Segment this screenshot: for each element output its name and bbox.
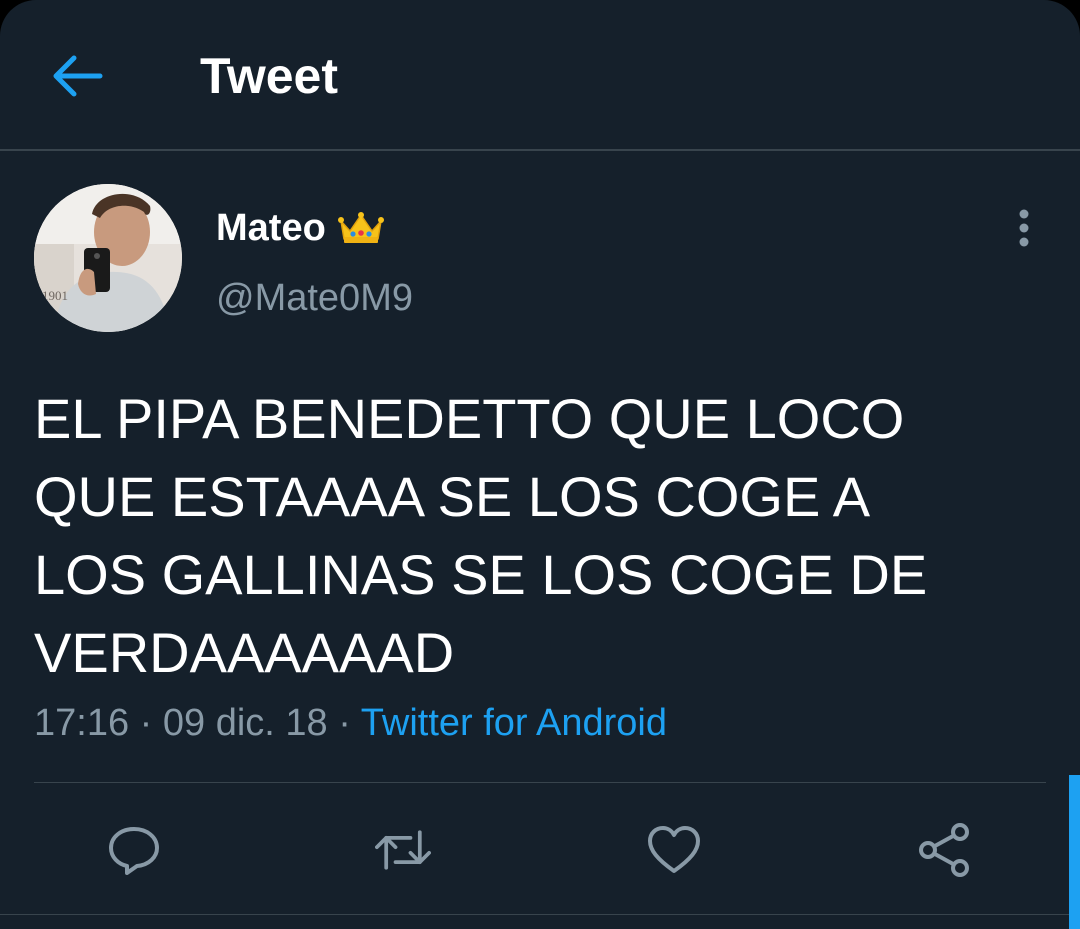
avatar[interactable]: 1901 [34,184,182,332]
page-title: Tweet [200,48,338,104]
meta-separator: · [338,702,351,744]
tweet-time: 17:16 [34,702,130,744]
author-handle[interactable]: @Mate0M9 [216,276,413,320]
tweet-text: EL PIPA BENEDETTO QUE LOCO QUE ESTAAAA S… [34,380,1044,692]
author-display-name[interactable]: Mateo [216,206,326,250]
back-button[interactable] [46,44,110,108]
retweet-icon [375,830,431,870]
more-vertical-icon [1019,209,1029,247]
tweet-meta: 17:16 · 09 dic. 18 · Twitter for Android [34,700,667,746]
retweet-button[interactable] [375,822,431,878]
tweet-text-line: VERDAAAAAAD [34,621,455,684]
share-icon [919,823,969,877]
author-name-row: Mateo [216,204,384,252]
like-button[interactable] [646,822,702,878]
tweet-text-line: EL PIPA BENEDETTO QUE LOCO [34,387,905,450]
heart-icon [648,826,700,873]
arrow-left-icon [53,55,103,97]
avatar-shirt-print: 1901 [42,288,68,303]
tweet-date: 09 dic. 18 [162,702,328,744]
tweet-text-line: QUE ESTAAAA SE LOS COGE A [34,465,871,528]
crown-emoji-icon [337,212,384,243]
tweet-source-link[interactable]: Twitter for Android [361,702,667,744]
meta-separator: · [139,702,153,744]
reply-button[interactable] [106,822,162,878]
more-options-button[interactable] [1004,204,1044,252]
share-button[interactable] [916,822,972,878]
tweet-screen: Tweet 1901 Mateo @Mate0M9 EL PIPA BENEDE… [0,0,1080,929]
top-app-bar: Tweet [0,0,1080,151]
reply-icon [109,827,159,875]
scrollbar[interactable] [1069,775,1080,929]
avatar-photo: 1901 [34,184,182,332]
divider [0,914,1080,915]
tweet-text-line: LOS GALLINAS SE LOS COGE DE [34,543,928,606]
divider [34,782,1046,783]
